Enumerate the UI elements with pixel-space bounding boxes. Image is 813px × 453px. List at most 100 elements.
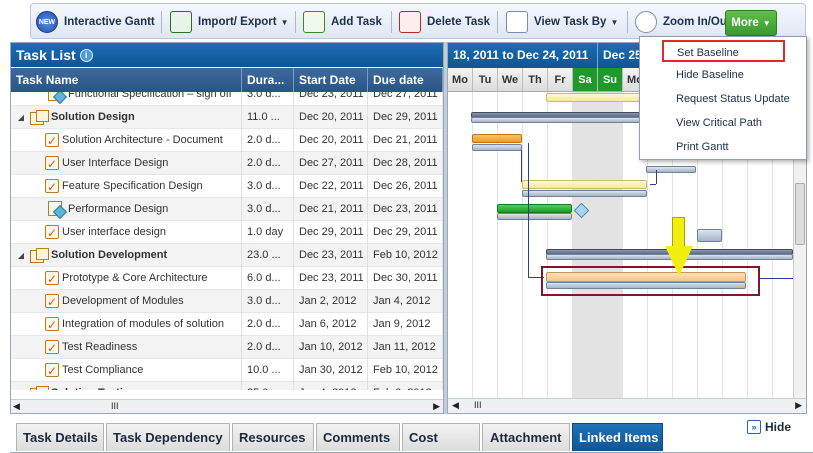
task-name-cell[interactable]: Development of Modules (11, 290, 242, 313)
task-due-cell[interactable]: Dec 21, 2011 (368, 129, 443, 152)
task-start-cell[interactable]: Jan 4, 2012 (294, 382, 368, 390)
menu-item-view-critical-path[interactable]: View Critical Path (640, 112, 806, 134)
task-start-cell[interactable]: Dec 23, 2011 (294, 92, 368, 106)
task-duration-cell[interactable]: 6.0 d... (242, 267, 294, 290)
task-due-cell[interactable]: Jan 9, 2012 (368, 313, 443, 336)
table-row[interactable]: Test Compliance 10.0 ...Jan 30, 2012Feb 1… (11, 359, 443, 382)
gantt-bar[interactable] (697, 229, 722, 242)
scroll-left-icon[interactable]: ◀ (13, 401, 20, 412)
scroll-right-icon[interactable]: ▶ (433, 401, 440, 412)
task-due-cell[interactable]: Dec 26, 2011 (368, 175, 443, 198)
task-start-cell[interactable]: Dec 20, 2011 (294, 129, 368, 152)
task-name-cell[interactable]: ◢ Solution Design (11, 106, 242, 129)
task-start-cell[interactable]: Jan 10, 2012 (294, 336, 368, 359)
task-start-cell[interactable]: Dec 20, 2011 (294, 106, 368, 129)
column-header-duration[interactable]: Dura... (242, 68, 294, 92)
task-name-cell[interactable]: User interface design (11, 221, 242, 244)
task-due-cell[interactable]: Dec 29, 2011 (368, 106, 443, 129)
task-duration-cell[interactable]: 23.0 ... (242, 244, 294, 267)
task-due-cell[interactable]: Feb 6, 2012 (368, 382, 443, 390)
task-start-cell[interactable]: Jan 30, 2012 (294, 359, 368, 382)
task-name-cell[interactable]: Test Readiness (11, 336, 242, 359)
task-duration-cell[interactable]: 2.0 d... (242, 336, 294, 359)
table-row[interactable]: Feature Specification Design3.0 d...Dec … (11, 175, 443, 198)
task-name-cell[interactable]: Solution Architecture - Document (11, 129, 242, 152)
tab-cost[interactable]: Cost (402, 423, 480, 451)
task-name-cell[interactable]: Test Compliance (11, 359, 242, 382)
gantt-bar[interactable] (472, 134, 522, 143)
table-row[interactable]: User interface design1.0 dayDec 29, 2011… (11, 221, 443, 244)
task-due-cell[interactable]: Dec 27, 2011 (368, 92, 443, 106)
task-start-cell[interactable]: Dec 23, 2011 (294, 267, 368, 290)
task-due-cell[interactable]: Jan 11, 2012 (368, 336, 443, 359)
scroll-left-icon[interactable]: ◀ (452, 400, 459, 411)
task-start-cell[interactable]: Dec 21, 2011 (294, 198, 368, 221)
tab-task-dependency[interactable]: Task Dependency (106, 423, 230, 451)
task-due-cell[interactable]: Dec 29, 2011 (368, 221, 443, 244)
scroll-grip[interactable]: III (474, 400, 482, 410)
column-header-due-date[interactable]: Due date (368, 68, 443, 92)
interactive-gantt-button[interactable]: NEW Interactive Gantt (36, 8, 155, 36)
task-due-cell[interactable]: Jan 4, 2012 (368, 290, 443, 313)
task-start-cell[interactable]: Dec 22, 2011 (294, 175, 368, 198)
table-row[interactable]: Integration of modules of solution 2.0 d.… (11, 313, 443, 336)
task-duration-cell[interactable]: 10.0 ... (242, 359, 294, 382)
gantt-hscrollbar[interactable]: ◀ III ▶ (448, 398, 806, 413)
task-group-row[interactable]: ◢ Solution Testing 25.0 ...Jan 4, 2012Feb … (11, 382, 443, 390)
expand-toggle-icon[interactable]: ◢ (16, 244, 26, 267)
delete-task-button[interactable]: Delete Task (399, 8, 490, 36)
task-start-cell[interactable]: Dec 29, 2011 (294, 221, 368, 244)
more-button[interactable]: More ▼ (725, 10, 777, 36)
task-due-cell[interactable]: Feb 10, 2012 (368, 244, 443, 267)
task-name-cell[interactable]: Integration of modules of solution (11, 313, 242, 336)
task-group-row[interactable]: ◢ Solution Development 23.0 ... Dec 23, 201… (11, 244, 443, 267)
task-duration-cell[interactable]: 1.0 day (242, 221, 294, 244)
task-name-cell[interactable]: Prototype & Core Architecture (11, 267, 242, 290)
import-export-button[interactable]: Import/ Export ▼ (170, 8, 289, 36)
task-duration-cell[interactable]: 11.0 ... (242, 106, 294, 129)
task-name-cell[interactable]: Performance Design (11, 198, 242, 221)
gantt-vscroll-thumb[interactable] (795, 183, 805, 245)
task-duration-cell[interactable]: 2.0 d... (242, 129, 294, 152)
task-duration-cell[interactable]: 3.0 d... (242, 92, 294, 106)
gantt-bar[interactable] (546, 93, 646, 102)
gantt-bar[interactable] (522, 180, 647, 189)
tab-resources[interactable]: Resources (232, 423, 314, 451)
view-task-by-button[interactable]: View Task By ▼ (506, 8, 618, 36)
table-row[interactable]: Development of Modules 3.0 d...Jan 2, 201… (11, 290, 443, 313)
expand-toggle-icon[interactable]: ◢ (16, 106, 26, 129)
menu-item-print-gantt[interactable]: Print Gantt (640, 136, 806, 158)
menu-item-hide-baseline[interactable]: Hide Baseline (640, 64, 806, 86)
task-name-cell[interactable]: Feature Specification Design (11, 175, 242, 198)
tab-task-details[interactable]: Task Details (16, 423, 104, 451)
add-task-button[interactable]: Add Task (303, 8, 382, 36)
gantt-bar[interactable] (497, 204, 572, 213)
task-name-cell[interactable]: ◢ Solution Development (11, 244, 242, 267)
task-start-cell[interactable]: Jan 6, 2012 (294, 313, 368, 336)
task-name-cell[interactable]: ◢ Solution Testing (11, 382, 242, 390)
task-duration-cell[interactable]: 2.0 d... (242, 313, 294, 336)
scroll-grip[interactable]: III (111, 401, 119, 411)
task-name-cell[interactable]: User Interface Design (11, 152, 242, 175)
task-duration-cell[interactable]: 3.0 d... (242, 175, 294, 198)
task-duration-cell[interactable]: 3.0 d... (242, 290, 294, 313)
task-list-hscrollbar[interactable]: ◀ III ▶ (11, 399, 443, 413)
task-due-cell[interactable]: Dec 30, 2011 (368, 267, 443, 290)
task-due-cell[interactable]: Dec 28, 2011 (368, 152, 443, 175)
task-start-cell[interactable]: Dec 23, 2011 (294, 244, 368, 267)
table-row[interactable]: Prototype & Core Architecture6.0 d...Dec… (11, 267, 443, 290)
table-row[interactable]: Test Readiness 2.0 d...Jan 10, 2012Jan 11… (11, 336, 443, 359)
table-row[interactable]: Functional Specification – sign off 3.0 d… (11, 92, 443, 106)
task-duration-cell[interactable]: 2.0 d... (242, 152, 294, 175)
expand-toggle-icon[interactable]: ◢ (16, 382, 26, 390)
table-row[interactable]: Performance Design 3.0 d... Dec 21, 2011 De… (11, 198, 443, 221)
task-name-cell[interactable]: Functional Specification – sign off (11, 92, 242, 106)
task-due-cell[interactable]: Feb 10, 2012 (368, 359, 443, 382)
hide-button[interactable]: » Hide (747, 418, 791, 436)
tab-comments[interactable]: Comments (316, 423, 400, 451)
column-header-task-name[interactable]: Task Name (11, 68, 242, 92)
task-start-cell[interactable]: Dec 27, 2011 (294, 152, 368, 175)
tab-attachment[interactable]: Attachment (482, 423, 570, 451)
table-row[interactable]: User Interface Design 2.0 d...Dec 27, 201… (11, 152, 443, 175)
table-row[interactable]: Solution Architecture - Document 2.0 d...… (11, 129, 443, 152)
